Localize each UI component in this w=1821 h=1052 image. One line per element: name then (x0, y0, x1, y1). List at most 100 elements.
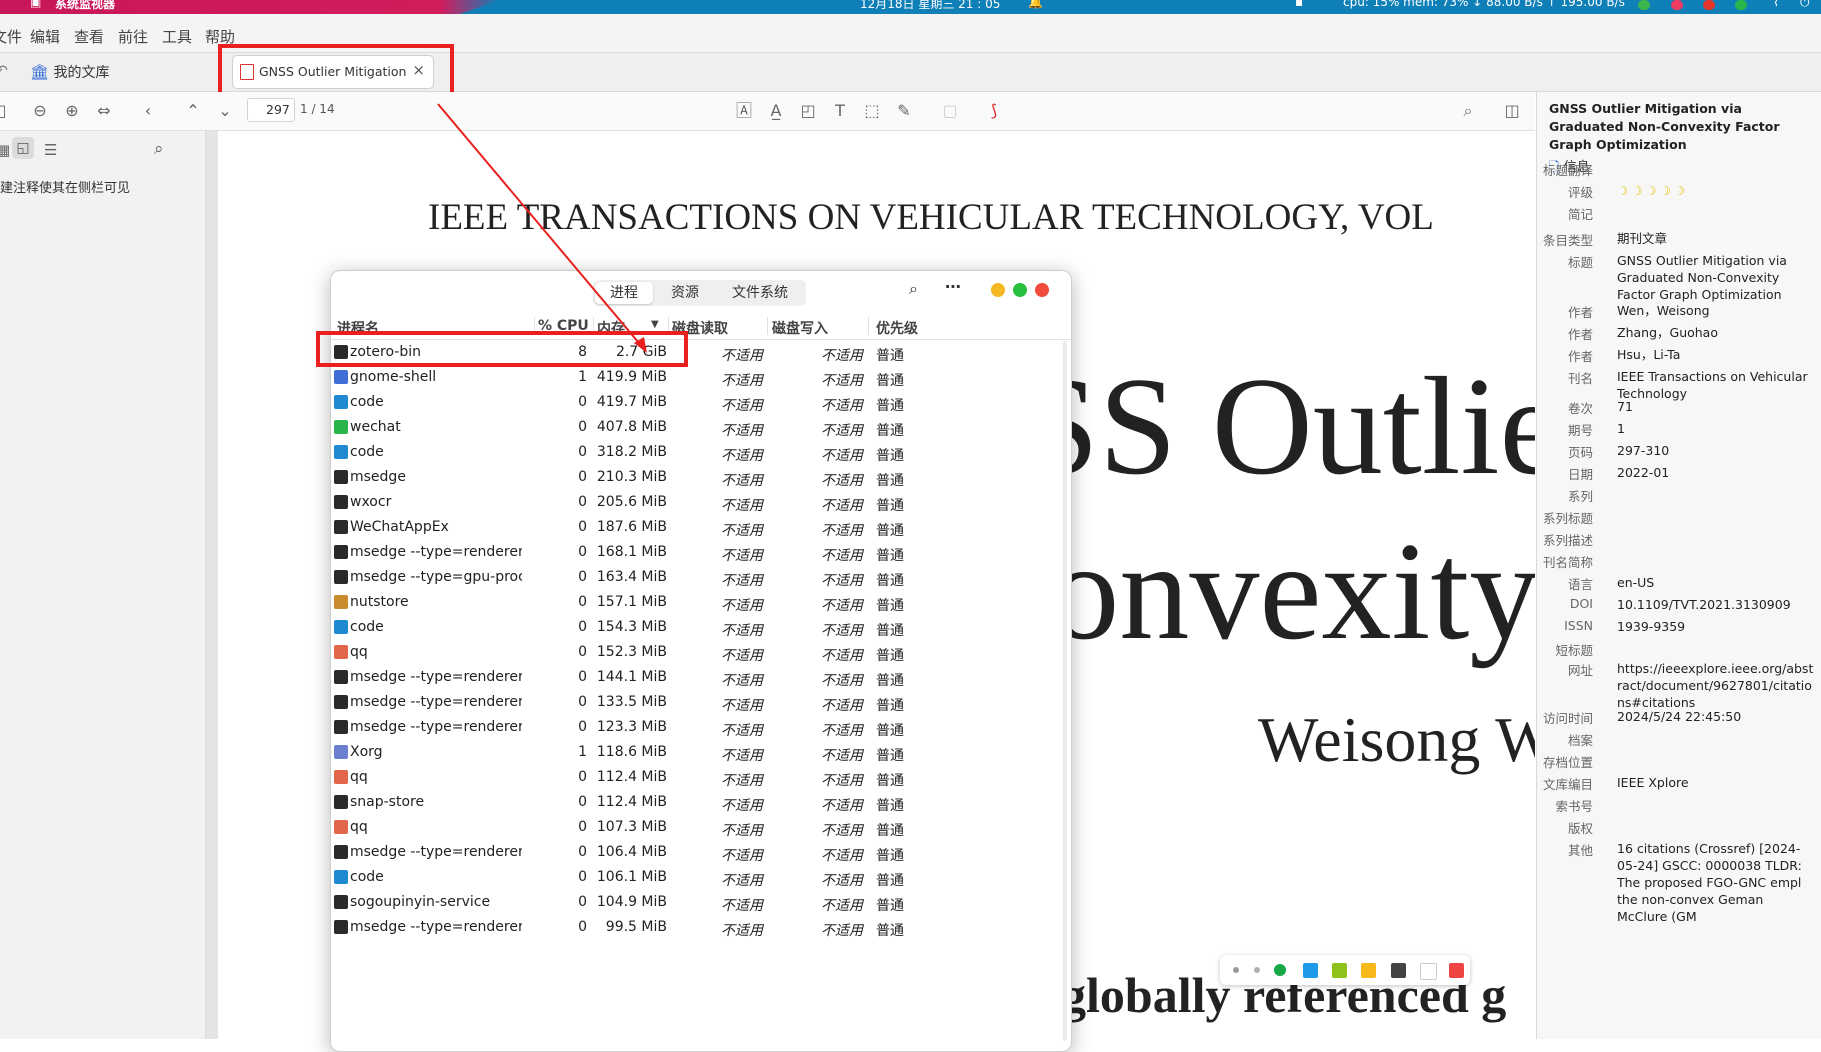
monitor-menu-icon[interactable]: ⋯ (945, 277, 961, 296)
system-top-bar: ▣ 系统监视器 12月18日 星期三 21 : 05 🔔 ▪ cpu: 15% … (0, 0, 1821, 14)
active-app-name[interactable]: 系统监视器 (55, 0, 115, 12)
color-swatch[interactable] (1361, 963, 1376, 978)
col-priority[interactable]: 优先级 (876, 318, 918, 338)
menu-view[interactable]: 查看 (74, 26, 104, 47)
field-value[interactable]: IEEE Transactions on Vehicular Technolog… (1617, 368, 1817, 402)
bell-icon[interactable]: 🔔 (1028, 0, 1043, 9)
context-pane-toggle-icon[interactable]: ◫ (1502, 102, 1522, 120)
item-title-header[interactable]: GNSS Outlier Mitigation via Graduated No… (1549, 100, 1817, 154)
minimize-button[interactable] (991, 283, 1005, 297)
field-value[interactable]: 2022-01 (1617, 464, 1817, 481)
color-swatch[interactable] (1303, 963, 1318, 978)
process-memory: 187.6 MiB (596, 519, 667, 535)
process-priority: 普通 (876, 348, 904, 364)
color-picker-icon[interactable]: ▢ (940, 102, 960, 120)
tray-icon[interactable]: ▪ (1295, 0, 1303, 9)
tray-app-icon[interactable] (1671, 0, 1683, 10)
sidebar-search-icon[interactable]: ⌕ (154, 139, 164, 159)
sidebar-hint: 建注释使其在侧栏可见 (0, 181, 131, 196)
wifi-icon[interactable]: ⌇ (1773, 0, 1779, 9)
vertical-scrollbar[interactable] (1063, 341, 1067, 1041)
process-icon (334, 395, 348, 409)
tab-filesystems[interactable]: 文件系统 (717, 282, 803, 304)
page-number-input[interactable]: 297 (247, 98, 295, 122)
color-swatch[interactable] (1332, 963, 1347, 978)
tray-wechat-icon[interactable] (1735, 0, 1747, 10)
clock[interactable]: 12月18日 星期三 21 : 05 (860, 0, 1000, 12)
process-row[interactable]: msedge --type=renderer --s 0 99.5 MiB 不适用 不适… (331, 914, 1071, 943)
pdf-journal-header: IEEE TRANSACTIONS ON VEHICULAR TECHNOLOG… (428, 197, 1434, 238)
underline-text-icon[interactable]: A̲ (766, 102, 786, 120)
thumbnails-icon[interactable]: ▦ (0, 141, 10, 159)
zoom-in-icon[interactable]: ⊕ (62, 102, 82, 120)
field-value[interactable]: Wen，Weisong (1617, 302, 1817, 319)
text-tool-icon[interactable]: T (830, 102, 850, 120)
field-value[interactable]: GNSS Outlier Mitigation via Graduated No… (1617, 252, 1817, 303)
process-memory: 133.5 MiB (596, 694, 667, 710)
process-memory: 163.4 MiB (596, 569, 667, 585)
tab-resources[interactable]: 资源 (655, 282, 715, 304)
tab-my-library[interactable]: 🏛 我的文库 (30, 62, 110, 82)
select-area-icon[interactable]: ⬚ (862, 102, 882, 120)
sidebar-toggle-icon[interactable]: ▯ (0, 102, 12, 120)
search-icon[interactable]: ⌕ (1458, 102, 1478, 120)
note-icon[interactable]: ◰ (798, 102, 818, 120)
color-swatch[interactable] (1420, 963, 1437, 980)
outline-icon[interactable]: ☰ (44, 141, 57, 159)
monitor-search-icon[interactable]: ⌕ (909, 279, 918, 299)
highlight-text-icon[interactable]: 🄰 (734, 102, 754, 120)
field-value[interactable]: Hsu，Li-Ta (1617, 346, 1817, 363)
power-icon[interactable]: ⏻ (1800, 0, 1810, 10)
back-icon[interactable]: ↶ (0, 63, 8, 79)
process-disk-write: 不适用 (821, 623, 863, 639)
process-name: msedge --type=renderer --s (350, 919, 522, 935)
field-value[interactable]: ☽☽☽☽☽ (1617, 182, 1817, 199)
prev-page-icon[interactable]: ⌃ (183, 102, 203, 120)
process-icon (334, 370, 348, 384)
annotations-view-icon[interactable]: ◱ (12, 137, 34, 159)
menu-edit[interactable]: 编辑 (30, 26, 60, 47)
menu-tools[interactable]: 工具 (162, 26, 192, 47)
field-value[interactable]: Zhang，Guohao (1617, 324, 1817, 341)
menu-go[interactable]: 前往 (118, 26, 148, 47)
field-value[interactable]: https://ieeexplore.ieee.org/abstract/doc… (1617, 660, 1817, 711)
field-value[interactable]: 10.1109/TVT.2021.3130909 (1617, 596, 1817, 613)
menu-file[interactable]: 文件 (0, 26, 22, 47)
field-value[interactable]: 297-310 (1617, 442, 1817, 459)
field-value[interactable]: en-US (1617, 574, 1817, 591)
field-value[interactable]: 2024/5/24 22:45:50 (1617, 708, 1817, 725)
close-window-button[interactable] (1035, 283, 1049, 297)
process-priority: 普通 (876, 498, 904, 514)
field-value[interactable]: 期刊文章 (1617, 230, 1817, 247)
tray-sogou-icon[interactable] (1703, 0, 1715, 10)
pdf-authors: Weisong W (1258, 704, 1535, 775)
color-swatch[interactable] (1449, 963, 1464, 978)
process-disk-read: 不适用 (721, 498, 763, 514)
process-disk-read: 不适用 (721, 598, 763, 614)
ink-draw-icon[interactable]: ✎ (894, 102, 914, 120)
back-navigation-icon[interactable]: ‹ (138, 102, 158, 120)
fit-width-icon[interactable]: ⇔ (94, 102, 114, 120)
pdf-tools-icon[interactable]: ⟆ (984, 102, 1004, 120)
color-swatch[interactable] (1254, 967, 1260, 973)
field-value[interactable]: 16 citations (Crossref) [2024-05-24] GSC… (1617, 840, 1817, 925)
zoom-out-icon[interactable]: ⊖ (30, 102, 50, 120)
field-value[interactable]: 71 (1617, 398, 1817, 415)
next-page-icon[interactable]: ⌄ (215, 102, 235, 120)
system-monitor-window[interactable]: 进程 资源 文件系统 ⌕ ⋯ 进程名 % CPU 内存 ▼ 磁盘读取 磁盘写入 … (330, 270, 1072, 1052)
process-icon (334, 520, 348, 534)
field-value[interactable]: 1 (1617, 420, 1817, 437)
color-swatch[interactable] (1233, 967, 1239, 973)
color-swatch[interactable] (1391, 963, 1406, 978)
col-disk-write[interactable]: 磁盘写入 (772, 318, 828, 338)
tab-processes[interactable]: 进程 (595, 282, 653, 304)
tray-check-icon[interactable] (1638, 0, 1650, 10)
sort-desc-icon: ▼ (651, 319, 659, 330)
field-value[interactable]: 1939-9359 (1617, 618, 1817, 635)
field-value[interactable]: IEEE Xplore (1617, 774, 1817, 791)
maximize-button[interactable] (1013, 283, 1027, 297)
process-priority: 普通 (876, 798, 904, 814)
color-swatch[interactable] (1274, 964, 1286, 976)
process-disk-read: 不适用 (721, 373, 763, 389)
field-label: 日期 (1567, 467, 1593, 482)
